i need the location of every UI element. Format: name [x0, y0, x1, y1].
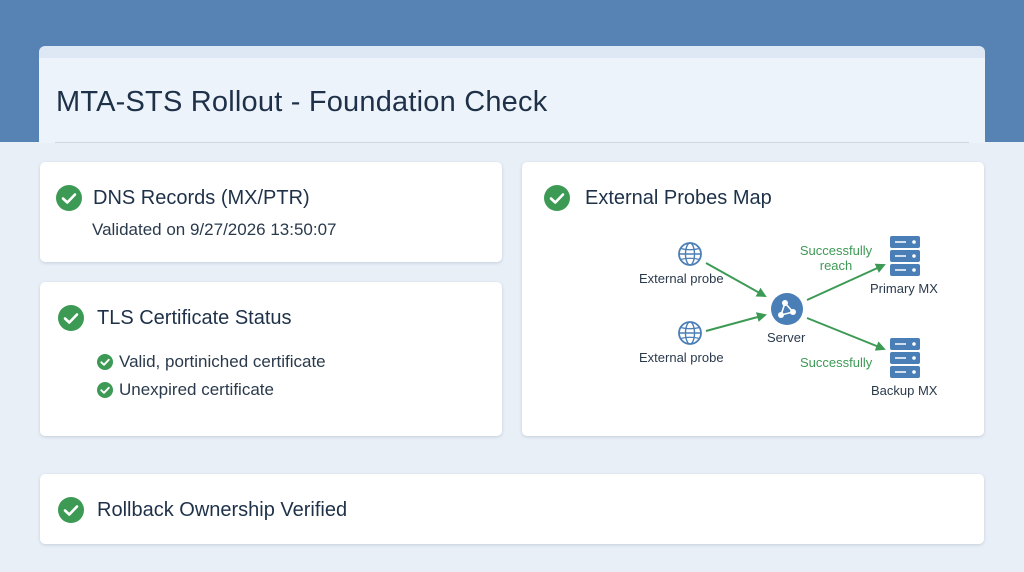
dns-records-title: DNS Records (MX/PTR) — [93, 187, 310, 209]
check-circle-icon — [58, 497, 84, 523]
probe-2-label: External probe — [639, 350, 724, 365]
edge-probe2-server — [705, 312, 767, 332]
tls-certificate-title: TLS Certificate Status — [97, 307, 292, 329]
edge-label-primary: Successfully reach — [794, 243, 878, 273]
rollback-ownership-card: Rollback Ownership Verified — [40, 474, 984, 544]
edge-label-backup: Successfully — [800, 355, 873, 370]
header-divider — [55, 142, 969, 143]
tls-item-label: Valid, portiniched certificate — [119, 352, 326, 371]
edge-label-primary-line1: Successfully — [799, 243, 873, 258]
dns-validated-timestamp: Validated on 9/27/2026 13:50:07 — [92, 220, 337, 239]
rollback-ownership-title: Rollback Ownership Verified — [97, 499, 348, 521]
edge-label-primary-line2: reach — [819, 258, 853, 273]
tls-item-label: Unexpired certificate — [119, 380, 274, 399]
backup-mx-label: Backup MX — [871, 383, 938, 398]
check-circle-icon — [56, 185, 82, 211]
check-small-icon — [97, 354, 113, 370]
page-title: MTA-STS Rollout - Foundation Check — [56, 86, 548, 118]
check-circle-icon — [58, 305, 84, 331]
probe-1-label: External probe — [639, 271, 724, 286]
server-hub-icon — [771, 293, 803, 325]
server-rack-icon — [890, 338, 920, 378]
server-rack-icon — [890, 236, 920, 276]
primary-mx-label: Primary MX — [870, 281, 938, 296]
globe-icon — [678, 242, 702, 266]
external-probes-map-card: External Probes Map External probe Exter… — [522, 162, 984, 436]
list-item: Valid, portiniched certificate — [97, 348, 326, 376]
dns-records-card: DNS Records (MX/PTR) Validated on 9/27/2… — [40, 162, 502, 262]
globe-icon — [678, 321, 702, 345]
check-small-icon — [97, 382, 113, 398]
list-item: Unexpired certificate — [97, 376, 326, 404]
header-panel: MTA-STS Rollout - Foundation Check — [39, 46, 985, 143]
edge-server-backup — [806, 317, 886, 351]
tls-certificate-card: TLS Certificate Status Valid, portiniche… — [40, 282, 502, 436]
server-label: Server — [767, 330, 806, 345]
tls-status-list: Valid, portiniched certificate Unexpired… — [97, 348, 326, 404]
